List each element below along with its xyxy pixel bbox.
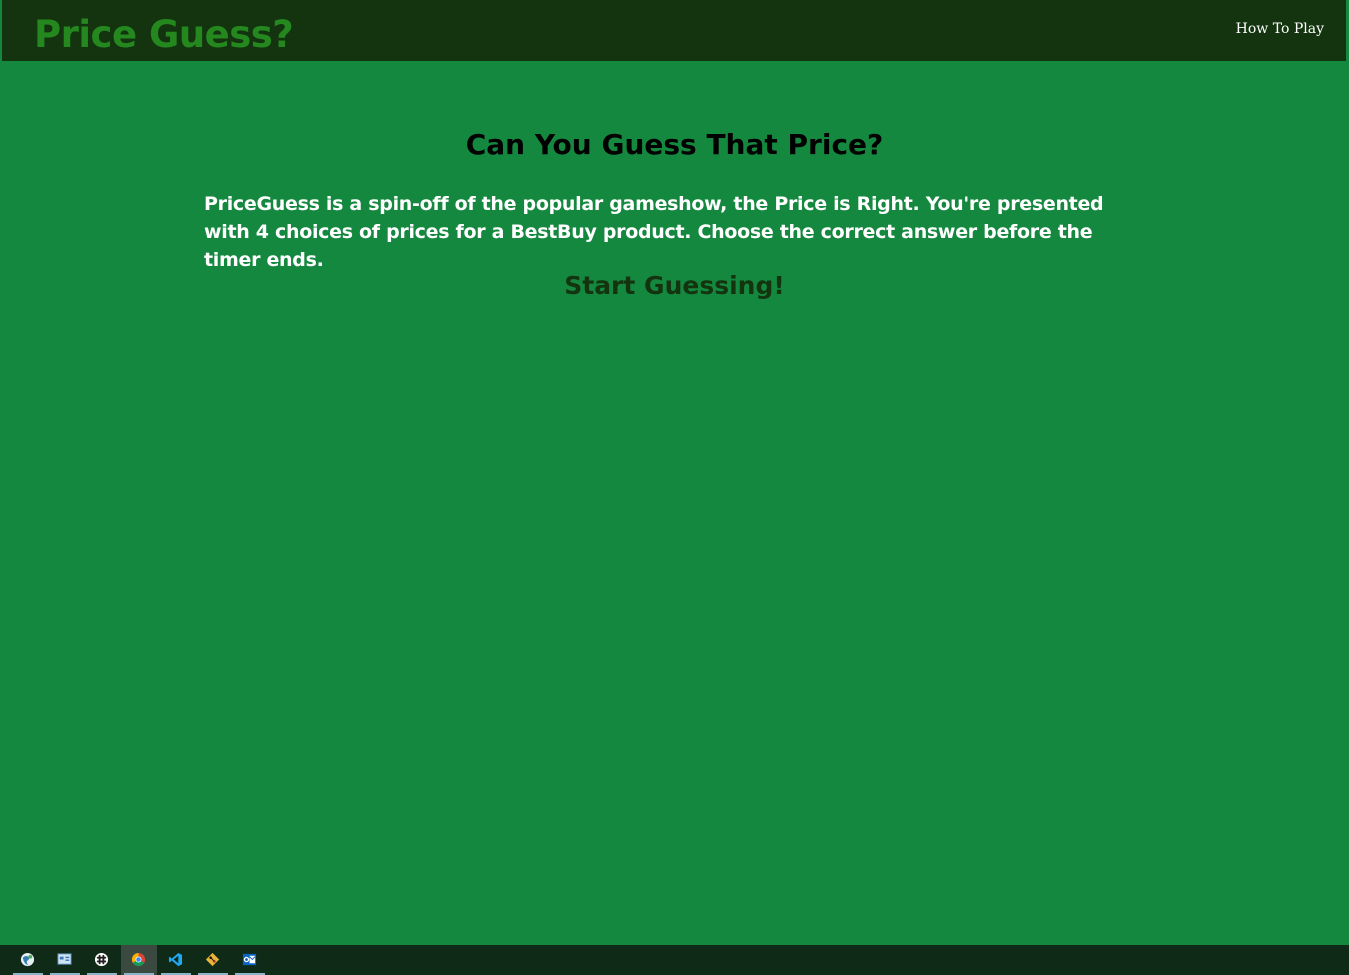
taskbar [0, 945, 1349, 975]
page-heading: Can You Guess That Price? [465, 128, 884, 161]
chrome-icon [131, 952, 146, 967]
taskbar-app-chrome[interactable] [121, 945, 157, 975]
taskbar-app-slack[interactable] [84, 945, 120, 975]
taskbar-app-control-panel[interactable] [47, 945, 83, 975]
control-panel-icon [57, 953, 72, 965]
vscode-icon [168, 952, 183, 967]
slack-icon [94, 952, 109, 967]
intro-paragraph: PriceGuess is a spin-off of the popular … [204, 193, 1104, 271]
page: Price Guess? How To Play Can You Guess T… [0, 0, 1349, 975]
taskbar-app-vscode[interactable] [158, 945, 194, 975]
globe-icon [20, 952, 35, 967]
how-to-play-link[interactable]: How To Play [1236, 20, 1324, 38]
start-guessing-link[interactable]: Start Guessing! [0, 268, 1349, 304]
brand-title[interactable]: Price Guess? [34, 10, 294, 60]
navbar: Price Guess? How To Play [2, 0, 1346, 61]
taskbar-app-globe[interactable] [10, 945, 46, 975]
outlook-icon [242, 953, 257, 966]
git-icon [205, 952, 220, 967]
taskbar-app-git[interactable] [195, 945, 231, 975]
taskbar-app-outlook[interactable] [232, 945, 268, 975]
